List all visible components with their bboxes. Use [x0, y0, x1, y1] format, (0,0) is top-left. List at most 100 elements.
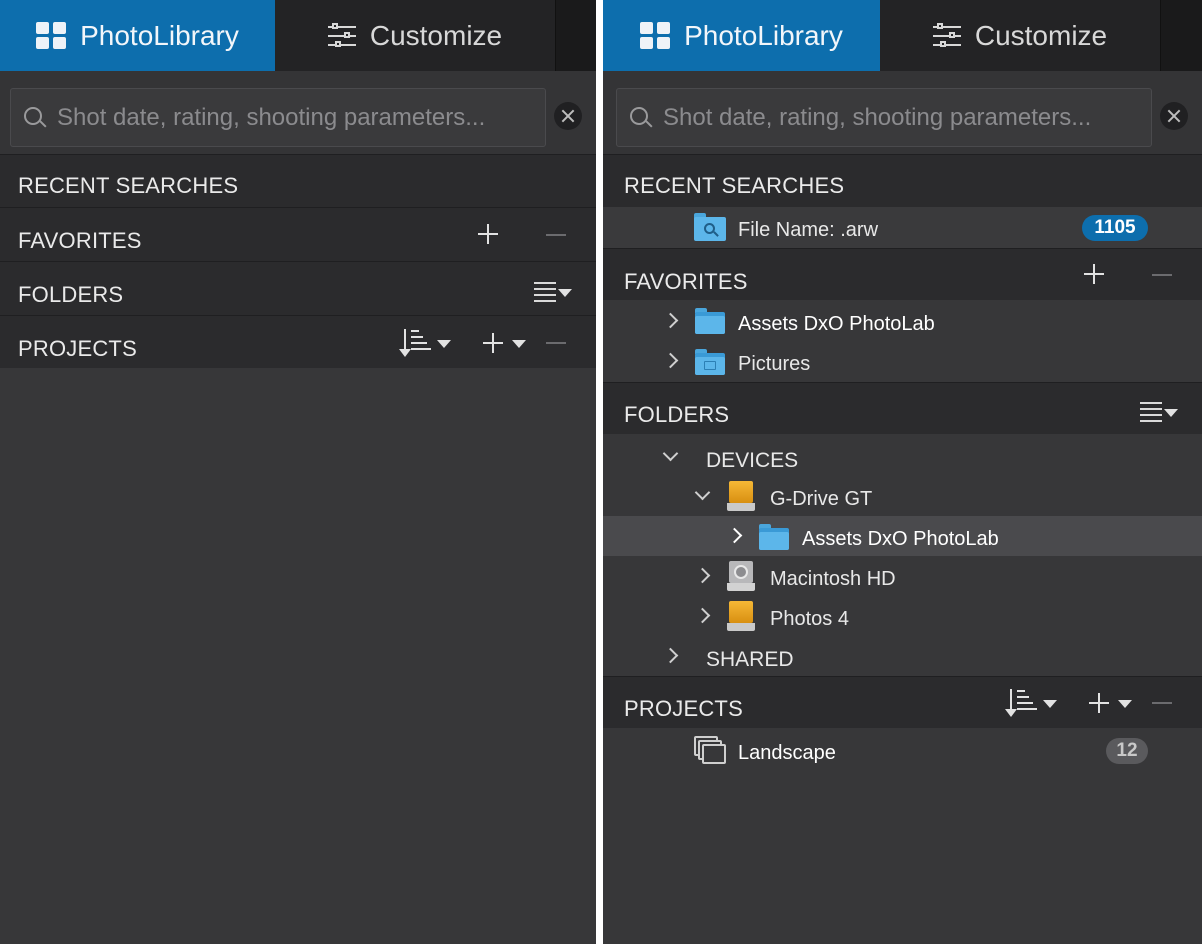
search-icon: [630, 107, 653, 131]
chevron-right-icon[interactable]: [662, 312, 679, 329]
grid-icon: [640, 22, 671, 49]
remove-favorite-icon[interactable]: [1152, 274, 1172, 276]
clear-search-button[interactable]: [554, 102, 582, 130]
add-favorite-icon[interactable]: [1084, 264, 1104, 284]
favorite-label: Pictures: [738, 353, 811, 375]
add-project-dropdown-icon[interactable]: [512, 340, 526, 348]
remove-favorite-icon[interactable]: [546, 234, 566, 236]
tab-photolibrary[interactable]: PhotoLibrary: [0, 0, 275, 71]
tab-customize[interactable]: Customize: [275, 0, 555, 71]
project-icon: [694, 736, 726, 764]
clear-search-button[interactable]: [1160, 102, 1188, 130]
search-icon: [24, 107, 47, 131]
chevron-down-icon[interactable]: [1164, 409, 1178, 417]
sort-dropdown-icon[interactable]: [437, 340, 451, 348]
folder-tree-label: Assets DxO PhotoLab: [802, 528, 999, 550]
sliders-icon: [327, 22, 356, 49]
favorite-label: Assets DxO PhotoLab: [738, 313, 935, 335]
search-box[interactable]: [10, 88, 546, 147]
folders-header[interactable]: FOLDERS: [0, 261, 596, 315]
remove-project-icon[interactable]: [1152, 702, 1172, 704]
recent-searches-title: RECENT SEARCHES: [18, 173, 239, 198]
folder-tree-label: G-Drive GT: [770, 488, 873, 510]
folders-title: FOLDERS: [624, 402, 730, 427]
favorites-title: FAVORITES: [624, 269, 748, 294]
folder-tree-item[interactable]: G-Drive GT: [603, 478, 1202, 516]
sort-icon[interactable]: [399, 329, 431, 357]
projects-title: PROJECTS: [18, 336, 137, 361]
tab-customize-label: Customize: [369, 19, 503, 51]
tab-bar: PhotoLibrary Customize: [603, 0, 1202, 71]
chevron-right-icon[interactable]: [662, 352, 679, 369]
smart-folder-icon: [694, 213, 726, 241]
favorites-header[interactable]: FAVORITES: [603, 248, 1202, 300]
search-input[interactable]: [57, 89, 537, 146]
folder-tree-item[interactable]: Photos 4: [603, 596, 1202, 636]
tab-photolibrary-label: PhotoLibrary: [684, 19, 843, 51]
grid-icon: [36, 22, 67, 49]
hard-disk-icon: [727, 561, 755, 591]
recent-search-item[interactable]: File Name: .arw 1105: [603, 207, 1202, 248]
folder-tree-item[interactable]: Macintosh HD: [603, 556, 1202, 596]
devices-label: DEVICES: [706, 449, 799, 472]
recent-search-label: File Name: .arw: [738, 219, 879, 241]
search-bar: [0, 71, 596, 154]
favorites-header[interactable]: FAVORITES: [0, 207, 596, 261]
folders-title: FOLDERS: [18, 282, 124, 307]
sort-icon[interactable]: [1005, 689, 1037, 717]
tab-photolibrary-label: PhotoLibrary: [80, 19, 239, 51]
folder-tree-item-selected[interactable]: Assets DxO PhotoLab: [603, 516, 1202, 556]
list-options-icon[interactable]: [534, 282, 556, 302]
add-project-dropdown-icon[interactable]: [1118, 700, 1132, 708]
add-favorite-icon[interactable]: [478, 224, 498, 244]
chevron-right-icon[interactable]: [694, 607, 711, 624]
folders-header[interactable]: FOLDERS: [603, 382, 1202, 434]
search-box[interactable]: [616, 88, 1152, 147]
search-input[interactable]: [663, 89, 1143, 146]
recent-searches-header[interactable]: RECENT SEARCHES: [0, 154, 596, 207]
folder-tree-label: Macintosh HD: [770, 568, 896, 590]
recent-searches-header[interactable]: RECENT SEARCHES: [603, 154, 1202, 207]
list-options-icon[interactable]: [1140, 402, 1162, 422]
external-drive-icon: [727, 601, 755, 631]
library-panel-right: PhotoLibrary Customize RECENT SEARCHES F…: [603, 0, 1202, 944]
favorite-item[interactable]: Assets DxO PhotoLab: [603, 300, 1202, 340]
chevron-right-icon[interactable]: [694, 567, 711, 584]
tab-bar-spacer: [555, 0, 596, 71]
project-item[interactable]: Landscape 12: [603, 728, 1202, 774]
remove-project-icon[interactable]: [546, 342, 566, 344]
sort-dropdown-icon[interactable]: [1043, 700, 1057, 708]
library-panel-left: PhotoLibrary Customize RECENT SEARCHES F…: [0, 0, 596, 944]
project-label: Landscape: [738, 742, 836, 764]
shared-group[interactable]: SHARED: [603, 636, 1202, 676]
projects-header[interactable]: PROJECTS: [603, 676, 1202, 728]
tab-bar-spacer: [1160, 0, 1202, 71]
add-project-icon[interactable]: [483, 333, 503, 353]
tab-customize[interactable]: Customize: [880, 0, 1160, 71]
tab-bar: PhotoLibrary Customize: [0, 0, 596, 71]
projects-header[interactable]: PROJECTS: [0, 315, 596, 368]
pictures-folder-icon: [695, 349, 725, 375]
external-drive-icon: [727, 481, 755, 511]
chevron-down-icon[interactable]: [694, 484, 711, 501]
folder-icon: [759, 524, 789, 550]
chevron-down-icon[interactable]: [558, 289, 572, 297]
sliders-icon: [932, 22, 961, 49]
tab-customize-label: Customize: [974, 19, 1108, 51]
recent-searches-title: RECENT SEARCHES: [624, 173, 845, 198]
chevron-right-icon[interactable]: [726, 527, 743, 544]
folder-tree-label: Photos 4: [770, 608, 849, 630]
devices-group[interactable]: DEVICES: [603, 434, 1202, 478]
shared-label: SHARED: [706, 648, 794, 671]
recent-search-count-badge: 1105: [1082, 215, 1148, 241]
favorite-item[interactable]: Pictures: [603, 340, 1202, 382]
chevron-down-icon[interactable]: [662, 445, 679, 462]
folder-icon: [695, 308, 725, 334]
tab-photolibrary[interactable]: PhotoLibrary: [603, 0, 880, 71]
projects-title: PROJECTS: [624, 696, 743, 721]
project-count-badge: 12: [1106, 738, 1148, 764]
chevron-right-icon[interactable]: [662, 647, 679, 664]
search-bar: [603, 71, 1202, 154]
add-project-icon[interactable]: [1089, 693, 1109, 713]
favorites-title: FAVORITES: [18, 228, 142, 253]
